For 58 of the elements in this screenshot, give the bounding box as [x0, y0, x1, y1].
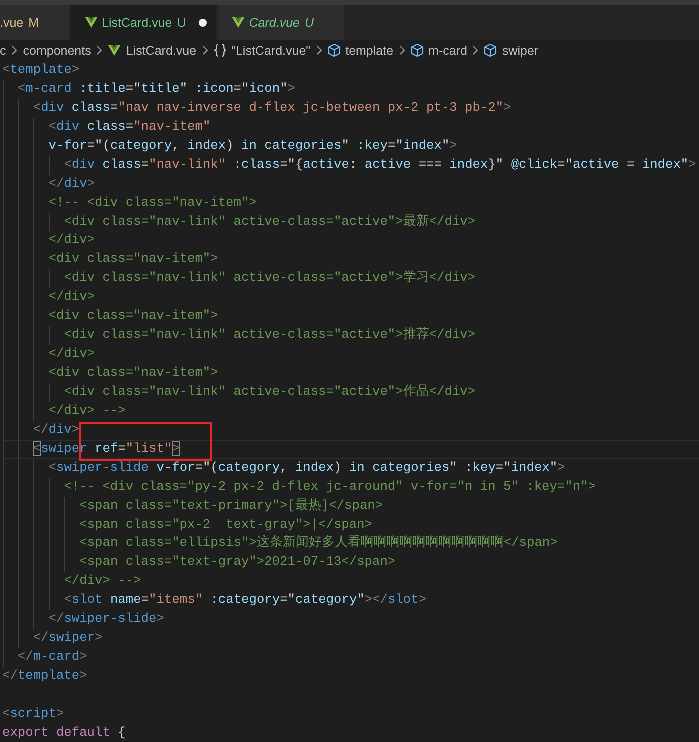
code-line: </div>	[2, 345, 96, 364]
code-line: </swiper>	[2, 629, 103, 648]
code-line: </div> -->	[2, 402, 126, 421]
code-line: export default {	[2, 724, 126, 742]
code-line: <div class="nav-item"	[2, 118, 211, 137]
chevron-right-icon	[400, 46, 405, 55]
git-status-letter: M	[28, 16, 40, 30]
chevron-right-icon	[316, 46, 322, 55]
code-line: </div>	[2, 288, 96, 308]
editor-tab[interactable]: ListCard.vue U	[71, 5, 216, 40]
code-line: </div>	[2, 420, 80, 440]
code-line: <div class="nav-link" active-class="active">作品</div>	[2, 382, 476, 402]
git-status-letter: U	[305, 16, 314, 30]
code-line: </template>	[2, 667, 88, 685]
chevron-right-icon	[473, 46, 478, 55]
editor-tab[interactable]: Card.vue U	[218, 5, 344, 40]
breadcrumb-item[interactable]: template	[328, 44, 394, 58]
cube-icon	[328, 44, 341, 57]
code-line: </m-card>	[2, 648, 88, 667]
code-line: <div class="nav nav-inverse d-flex jc-between px-2 pt-3 pb-2">	[2, 98, 512, 118]
breadcrumb-item[interactable]: c	[0, 44, 6, 58]
code-line: <!-- <div class="nav-item">	[2, 194, 257, 212]
code-line: </div> -->	[2, 572, 142, 592]
v-logo-icon	[108, 45, 122, 56]
code-line: <div class="nav-item">	[2, 250, 218, 270]
code-line: <div class="nav-link" active-class="active">学习</div>	[2, 269, 476, 288]
chevron-right-icon	[12, 46, 18, 55]
code-line: <m-card :title="title" :icon="icon">	[2, 80, 296, 99]
code-line: <div class="nav-item">	[2, 364, 218, 383]
code-line: <div class="nav-link" active-class="active">最新</div>	[2, 212, 476, 232]
code-line: <!-- <div class="py-2 px-2 d-flex jc-around" v-for="n in 5" :key="n">	[2, 478, 596, 497]
breadcrumb-item[interactable]: components	[23, 44, 92, 58]
code-line: v-for="(category, index) in categories" :key="index">	[2, 136, 458, 156]
code-line: <swiper-slide v-for="(category, index) in categories" :key="index">	[2, 458, 566, 478]
breadcrumb-item[interactable]: m-card	[410, 44, 468, 58]
editor-tab[interactable]: .vue M	[0, 5, 70, 40]
code-line: </div>	[2, 174, 96, 194]
breadcrumb-item[interactable]: ListCard.vue	[108, 44, 197, 58]
breadcrumb-item[interactable]: "ListCard.vue"	[214, 44, 311, 58]
chevron-right-icon	[202, 46, 208, 55]
code-line: <div class="nav-link" active-class="active">推荐</div>	[2, 326, 476, 346]
code-line: <span class="ellipsis">这条新闻好多人看啊啊啊啊啊啊啊啊啊啊啊</span>	[2, 534, 558, 554]
code-line: <div class="nav-item">	[2, 307, 218, 326]
code-line: <div class="nav-link" :class="{active: active === index}" @click="active = index">	[2, 156, 696, 175]
code-line: </swiper-slide>	[2, 610, 164, 630]
braces-icon	[214, 44, 227, 57]
code-line: <template>	[2, 61, 80, 79]
git-status-letter: U	[177, 16, 186, 30]
cube-icon	[484, 44, 498, 57]
breadcrumb-item[interactable]: swiper	[484, 44, 539, 58]
code-line: </div>	[2, 231, 96, 250]
code-line: <span class="text-gray">2021-07-13</span>	[2, 553, 396, 572]
chevron-right-icon	[97, 46, 102, 55]
code-line: <script>	[2, 704, 64, 723]
code-line: <slot name="items" :category="category"></slot>	[2, 591, 427, 610]
cube-icon	[410, 44, 424, 57]
code-line: <span class="text-primary">[最热]</span>	[2, 496, 384, 516]
code-line: <span class="px-2 text-gray">|</span>	[2, 516, 372, 534]
